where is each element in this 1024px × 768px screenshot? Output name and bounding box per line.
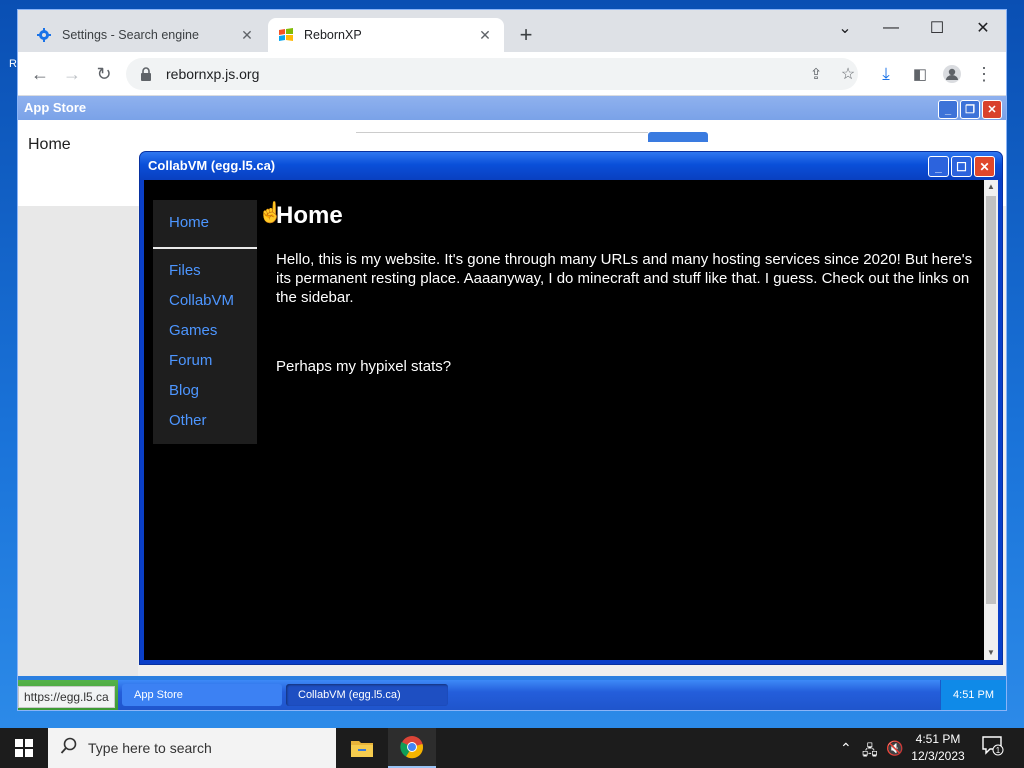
scroll-down-icon[interactable]: ▼ — [984, 646, 998, 660]
taskbar-search-box[interactable]: Type here to search — [48, 728, 336, 768]
download-icon[interactable]: ⤓ — [872, 60, 900, 88]
collabvm-titlebar[interactable]: CollabVM (egg.l5.ca) _ ☐ ✕ — [140, 152, 1002, 180]
windows-flag-icon — [278, 27, 294, 43]
close-icon[interactable]: ✕ — [974, 156, 995, 177]
sidebar-item-other[interactable]: Other — [169, 412, 207, 429]
close-icon[interactable]: ✕ — [476, 27, 494, 44]
profile-avatar-icon[interactable] — [938, 60, 966, 88]
search-icon — [60, 737, 78, 760]
address-bar-url: rebornxp.js.org — [166, 66, 260, 82]
xp-clock: 4:51 PM — [940, 680, 1006, 710]
desktop-edge-label: R — [9, 58, 17, 70]
side-panel-icon[interactable]: ◧ — [906, 60, 934, 88]
notification-icon[interactable]: 1 — [982, 736, 1008, 760]
chevron-up-icon[interactable]: ⌃ — [840, 740, 852, 757]
back-icon[interactable]: ← — [26, 60, 54, 88]
appstore-search-button[interactable] — [648, 132, 708, 142]
tab-rebornxp[interactable]: RebornXP ✕ — [268, 18, 504, 52]
network-icon[interactable]: 🖧 — [862, 740, 878, 764]
intro-paragraph: Hello, this is my website. It's gone thr… — [276, 251, 973, 306]
taskbar-date: 12/3/2023 — [911, 749, 965, 763]
lock-icon — [140, 67, 154, 81]
xp-task-collabvm[interactable]: CollabVM (egg.l5.ca) — [286, 684, 448, 706]
minimize-icon[interactable]: _ — [938, 100, 958, 119]
taskbar-search-placeholder: Type here to search — [88, 740, 212, 756]
status-bar-url: https://egg.l5.ca — [18, 686, 115, 708]
sidebar-item-blog[interactable]: Blog — [169, 382, 199, 399]
minimize-button[interactable]: — — [868, 14, 914, 42]
scroll-up-icon[interactable]: ▲ — [984, 180, 998, 194]
address-bar[interactable]: rebornxp.js.org — [126, 58, 858, 90]
xp-task-appstore[interactable]: App Store — [122, 684, 282, 706]
close-button[interactable]: ✕ — [960, 14, 1006, 42]
windows-taskbar: Type here to search ⌃ 🖧 🔇 4:51 PM 12/3/2… — [0, 728, 1024, 768]
restore-icon[interactable]: ❐ — [960, 100, 980, 119]
close-icon[interactable]: ✕ — [982, 100, 1002, 119]
browser-window: Settings - Search engine ✕ RebornXP ✕ + … — [18, 10, 1006, 710]
tab-settings[interactable]: Settings - Search engine ✕ — [26, 18, 266, 52]
minimize-icon[interactable]: _ — [928, 156, 949, 177]
new-tab-button[interactable]: + — [514, 24, 538, 46]
page-heading: Home — [276, 202, 343, 229]
appstore-search-input[interactable] — [356, 132, 648, 142]
bookmark-star-icon[interactable]: ☆ — [834, 60, 862, 88]
collabvm-content: Home Files CollabVM Games Forum Blog Oth… — [144, 180, 998, 660]
tab-title: Settings - Search engine — [62, 28, 199, 42]
sidebar-item-collabvm[interactable]: CollabVM — [169, 292, 234, 309]
file-explorer-icon[interactable] — [338, 728, 386, 768]
xp-taskbar: App Store CollabVM (egg.l5.ca) 4:51 PM — [18, 680, 1006, 710]
sidebar-item-home[interactable]: Home — [169, 214, 209, 231]
appstore-title: App Store — [24, 100, 87, 115]
tab-title: RebornXP — [304, 28, 362, 42]
appstore-home-link[interactable]: Home — [28, 136, 71, 154]
sidebar-item-games[interactable]: Games — [169, 322, 217, 339]
hypixel-paragraph: Perhaps my hypixel stats? — [276, 358, 452, 375]
collabvm-title: CollabVM (egg.l5.ca) — [148, 158, 276, 173]
taskbar-clock[interactable]: 4:51 PM 12/3/2023 — [906, 731, 970, 765]
scrollbar[interactable]: ▲ ▼ — [984, 180, 998, 660]
reload-icon[interactable]: ↻ — [90, 60, 118, 88]
chrome-taskbar-icon[interactable] — [388, 728, 436, 768]
gear-icon — [36, 27, 52, 43]
notification-count: 1 — [996, 746, 1001, 755]
scrollbar-thumb[interactable] — [986, 196, 996, 604]
share-icon[interactable]: ⇪ — [802, 60, 830, 88]
sidebar-divider — [153, 247, 257, 249]
page-viewport: App Store _ ❐ ✕ Home CollabVM (egg.l5.ca… — [18, 96, 1006, 710]
taskbar-time: 4:51 PM — [915, 732, 961, 746]
browser-toolbar: ← → ↻ rebornxp.js.org ⇪ ☆ ⤓ ◧ ⋮ — [18, 52, 1006, 96]
close-icon[interactable]: ✕ — [238, 27, 256, 44]
tab-search-icon[interactable]: ⌄ — [822, 14, 868, 42]
sidebar-item-files[interactable]: Files — [169, 262, 201, 279]
tab-strip: Settings - Search engine ✕ RebornXP ✕ + … — [18, 10, 1006, 52]
menu-kebab-icon[interactable]: ⋮ — [970, 60, 998, 88]
maximize-button[interactable]: ☐ — [914, 14, 960, 42]
collabvm-window: CollabVM (egg.l5.ca) _ ☐ ✕ Home Files Co… — [140, 152, 1002, 664]
forward-icon[interactable]: → — [58, 60, 86, 88]
appstore-titlebar[interactable]: App Store _ ❐ ✕ — [18, 96, 1006, 120]
maximize-icon[interactable]: ☐ — [951, 156, 972, 177]
windows-start-icon[interactable] — [0, 728, 48, 768]
site-sidebar: Home Files CollabVM Games Forum Blog Oth… — [153, 200, 257, 444]
appstore-body-left — [18, 206, 138, 676]
volume-muted-icon[interactable]: 🔇 — [886, 740, 903, 757]
sidebar-item-forum[interactable]: Forum — [169, 352, 212, 369]
